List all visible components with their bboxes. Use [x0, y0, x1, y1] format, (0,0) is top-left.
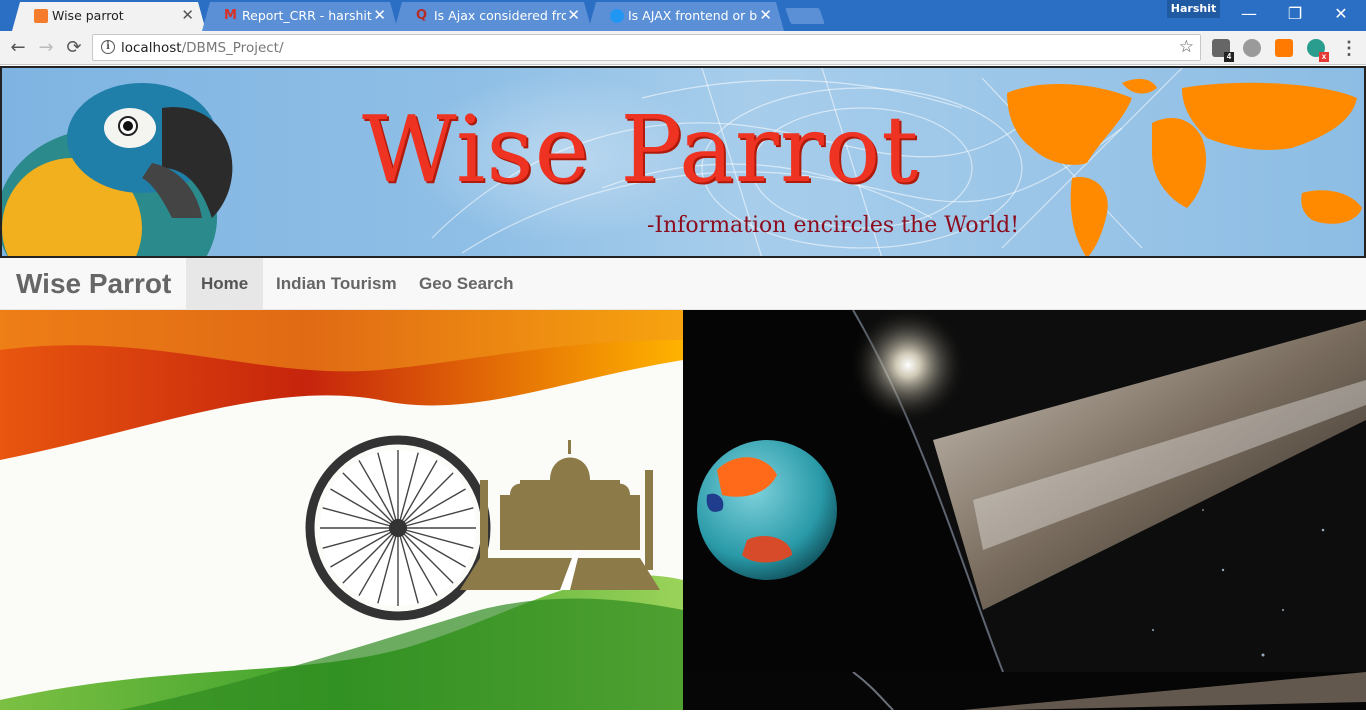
- browser-menu-icon[interactable]: ⋮: [1340, 38, 1358, 60]
- tab-title: Wise parrot: [52, 8, 124, 23]
- parrot-illustration: [2, 83, 233, 256]
- chat-bubble-icon: [610, 9, 624, 23]
- close-tab-icon[interactable]: ✕: [567, 2, 580, 29]
- extension-2-icon[interactable]: [1243, 39, 1261, 57]
- ashoka-chakra-icon: [305, 435, 491, 621]
- url-host: localhost: [121, 40, 182, 56]
- world-map-illustration: [1007, 78, 1362, 256]
- url-text[interactable]: localhost/DBMS_Project/: [121, 40, 284, 56]
- india-flag-art: [0, 310, 683, 710]
- restore-icon[interactable]: ❐: [1272, 3, 1318, 27]
- close-tab-icon[interactable]: ✕: [759, 2, 772, 29]
- indian-tourism-image[interactable]: [0, 310, 683, 710]
- geo-search-image[interactable]: [683, 310, 1366, 710]
- tab-report-crr[interactable]: M Report_CRR - harshitguj ✕: [202, 2, 398, 31]
- address-bar[interactable]: i localhost/DBMS_Project/ ☆: [92, 34, 1201, 61]
- profile-button[interactable]: Harshit: [1167, 0, 1220, 18]
- nav-indian-tourism[interactable]: Indian Tourism: [261, 258, 412, 309]
- back-icon[interactable]: ←: [6, 36, 30, 60]
- navbar-brand[interactable]: Wise Parrot: [16, 268, 171, 300]
- bookmark-star-icon[interactable]: ☆: [1179, 37, 1194, 57]
- gmail-icon: M: [224, 8, 237, 23]
- banner-tagline: -Information encircles the World!: [647, 213, 1020, 238]
- minimize-icon[interactable]: —: [1226, 3, 1272, 27]
- globe-icon: [697, 440, 837, 580]
- site-banner: Wise Parrot -Information encircles the W…: [0, 66, 1366, 258]
- reload-icon[interactable]: ⟳: [62, 36, 86, 60]
- close-window-icon[interactable]: ✕: [1318, 3, 1364, 27]
- site-navbar: Wise Parrot Home Indian Tourism Geo Sear…: [0, 258, 1366, 310]
- space-image-secondary: [683, 672, 1366, 710]
- xampp-icon: [34, 9, 48, 23]
- tab-ajax-quora[interactable]: Q Is Ajax considered front- ✕: [394, 2, 592, 31]
- browser-tab-strip: Wise parrot ✕ M Report_CRR - harshitguj …: [0, 0, 1366, 31]
- extension-badge: x: [1319, 52, 1329, 62]
- extension-1-icon[interactable]: 4: [1212, 39, 1234, 62]
- tab-title: Is AJAX frontend or back: [628, 8, 758, 23]
- quora-icon: Q: [416, 8, 428, 23]
- url-path: /DBMS_Project/: [181, 40, 284, 56]
- close-tab-icon[interactable]: ✕: [373, 2, 386, 29]
- extension-tm-icon[interactable]: [1275, 39, 1293, 57]
- tab-wise-parrot[interactable]: Wise parrot ✕: [12, 2, 206, 31]
- site-info-icon[interactable]: i: [101, 40, 115, 54]
- banner-title: Wise Parrot: [362, 96, 920, 203]
- tab-title: Is Ajax considered front-: [434, 8, 566, 23]
- nav-home[interactable]: Home: [186, 258, 264, 309]
- space-art-secondary: [852, 672, 1366, 710]
- taj-mahal-icon: [460, 440, 660, 590]
- nav-geo-search[interactable]: Geo Search: [404, 258, 529, 309]
- new-tab-button[interactable]: [785, 8, 825, 24]
- tab-ajax-frontend[interactable]: Is AJAX frontend or back ✕: [588, 2, 784, 31]
- extension-chat-icon[interactable]: x: [1307, 39, 1329, 62]
- extension-badge: 4: [1224, 52, 1234, 62]
- close-tab-icon[interactable]: ✕: [181, 2, 194, 29]
- browser-toolbar: ← → ⟳ i localhost/DBMS_Project/ ☆ 4 x: [0, 31, 1366, 65]
- space-art: [697, 310, 1366, 673]
- forward-icon[interactable]: →: [34, 36, 58, 60]
- tab-title: Report_CRR - harshitguj: [242, 8, 372, 23]
